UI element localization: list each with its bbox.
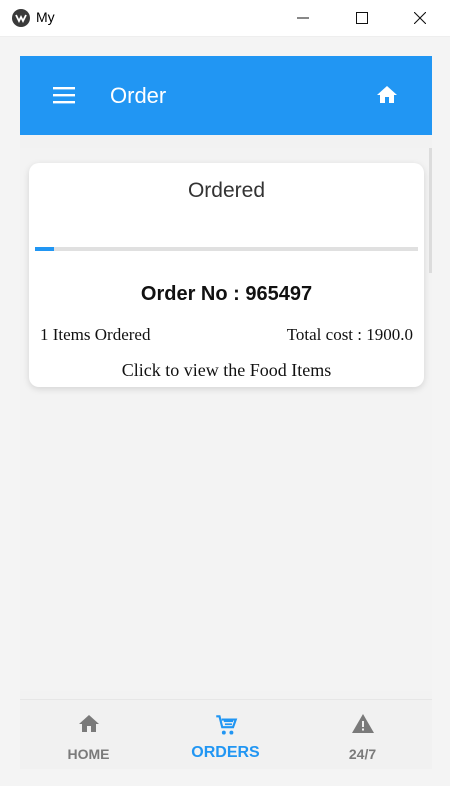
nav-label-home: HOME (67, 746, 110, 762)
top-app-bar: Order (20, 56, 432, 135)
close-button[interactable] (392, 0, 448, 36)
order-progress-fill (35, 247, 55, 251)
page-title: Order (110, 83, 167, 108)
app-logo-icon (12, 9, 30, 27)
window-title: My (36, 9, 55, 25)
order-progress-bar (35, 247, 418, 251)
maximize-button[interactable] (334, 0, 390, 36)
bottom-navigation: HOME ORDERS 24/7 (20, 699, 432, 769)
minimize-button[interactable] (275, 0, 331, 36)
minimize-icon (297, 17, 309, 19)
order-number: Order No : 965497 (140, 283, 313, 305)
maximize-icon (356, 12, 368, 24)
scrollbar[interactable] (429, 148, 432, 273)
orders-list: Ordered Order No : 965497 1 Items Ordere… (20, 148, 432, 691)
nav-item-orders[interactable]: ORDERS (157, 700, 294, 769)
home-icon (79, 715, 99, 732)
window-titlebar: My (0, 0, 450, 37)
order-card[interactable]: Ordered Order No : 965497 1 Items Ordere… (29, 163, 424, 387)
nav-item-support[interactable]: 24/7 (294, 700, 431, 769)
cart-icon (216, 715, 238, 735)
app-window: Order Ordered Order No : 965497 1 Items … (20, 56, 432, 769)
nav-item-home[interactable]: HOME (20, 700, 157, 769)
items-ordered-count: 1 Items Ordered (40, 325, 151, 344)
warning-icon (352, 714, 374, 733)
home-icon[interactable] (375, 83, 399, 107)
menu-icon[interactable] (53, 85, 77, 105)
order-total-cost: Total cost : 1900.0 (286, 325, 413, 344)
nav-label-support: 24/7 (348, 746, 377, 762)
close-icon (414, 12, 426, 24)
view-food-items-link[interactable]: Click to view the Food Items (29, 360, 424, 381)
order-status: Ordered (187, 179, 266, 202)
nav-label-orders: ORDERS (191, 744, 260, 761)
